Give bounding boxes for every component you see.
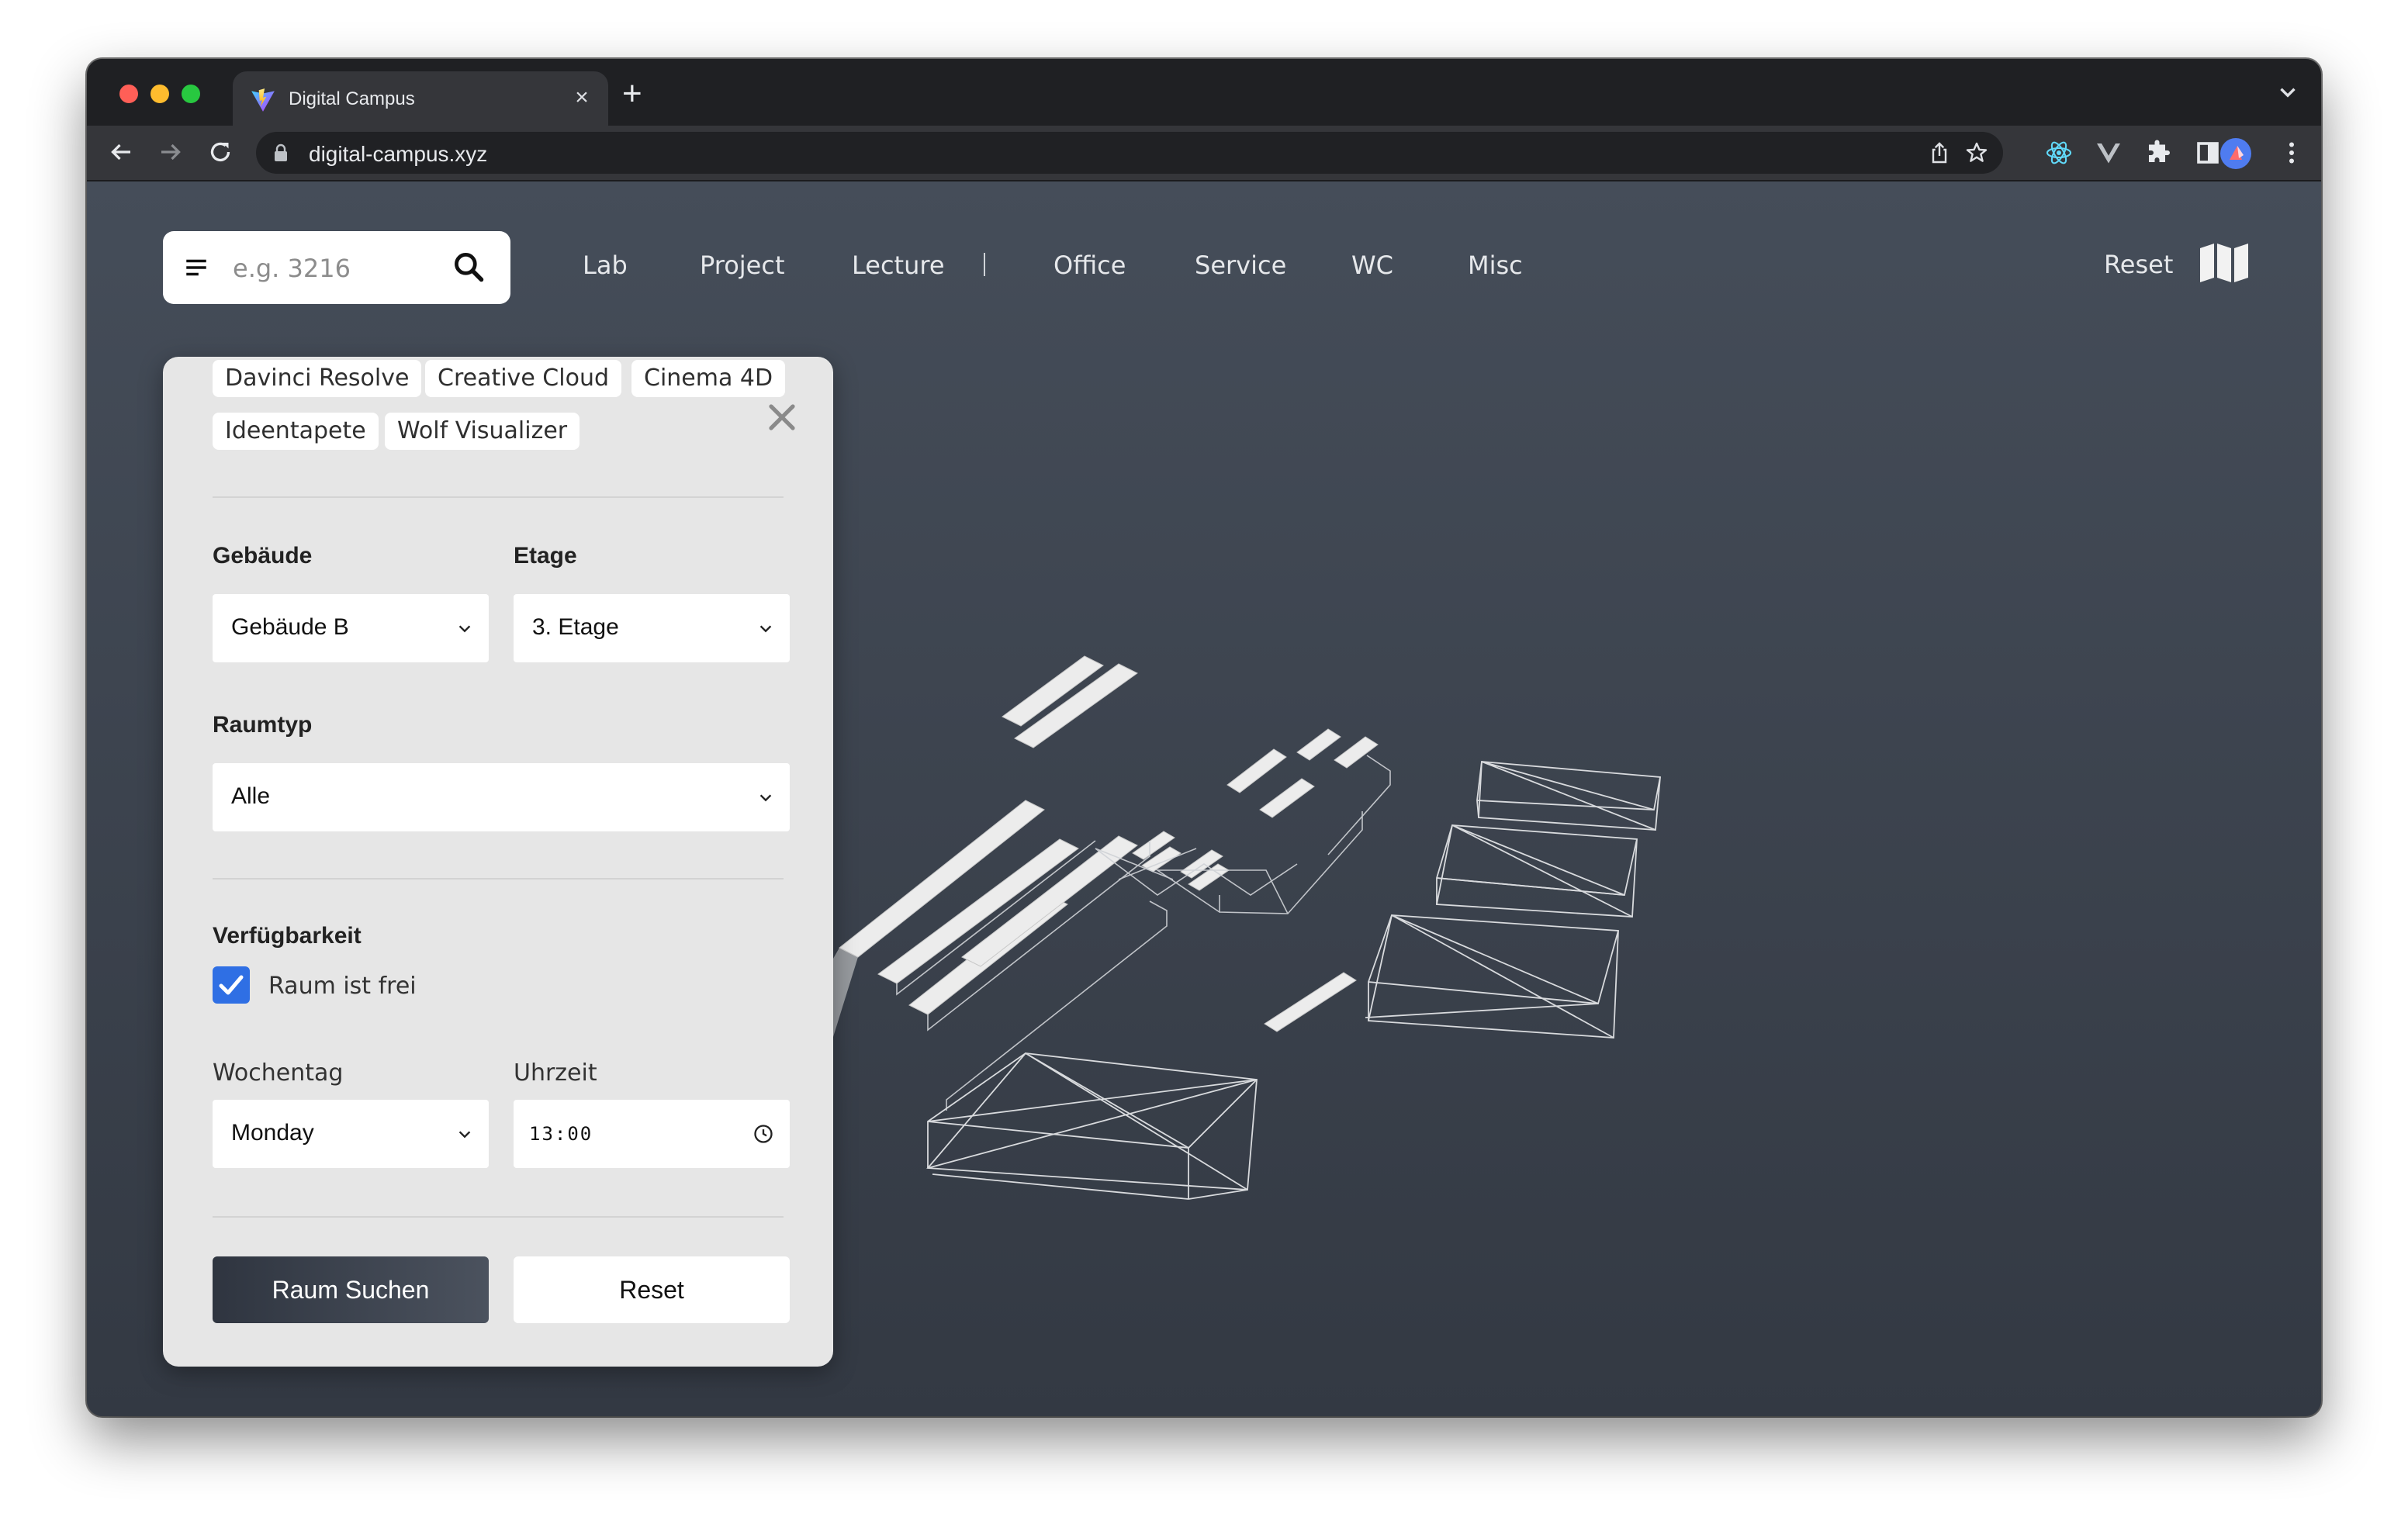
zoom-window-button[interactable] (182, 85, 200, 103)
software-tag[interactable]: Davinci Resolve (213, 360, 422, 397)
reset-view-link[interactable]: Reset (2104, 250, 2173, 279)
profile-avatar-icon (2230, 146, 2244, 160)
chevron-down-icon (458, 1131, 471, 1139)
weekday-label: Wochentag (213, 1059, 344, 1087)
url-text: digital-campus.xyz (309, 142, 488, 166)
back-arrow-icon[interactable] (107, 138, 135, 166)
time-input[interactable]: 13:00 (514, 1100, 790, 1168)
map-icon[interactable] (2199, 242, 2250, 284)
chevron-down-icon[interactable] (2275, 79, 2301, 105)
reset-filters-button[interactable]: Reset (514, 1256, 790, 1323)
lock-icon (275, 143, 287, 161)
room-type-select-value: Alle (231, 783, 271, 809)
vite-logo-icon (251, 88, 275, 112)
room-search-input[interactable] (231, 248, 420, 289)
software-tag[interactable]: Wolf Visualizer (385, 413, 580, 450)
room-type-select[interactable]: Alle (213, 763, 790, 831)
floor-select[interactable]: 3. Etage (514, 594, 790, 662)
chevron-down-icon (759, 625, 772, 633)
software-tag[interactable]: Cinema 4D (631, 360, 786, 397)
floor-select-value: 3. Etage (532, 614, 619, 640)
minimize-window-button[interactable] (150, 85, 169, 103)
nav-lab[interactable]: Lab (583, 250, 628, 281)
reload-icon[interactable] (206, 138, 234, 166)
building-select[interactable]: Gebäude B (213, 594, 489, 662)
nav-misc[interactable]: Misc (1468, 250, 1523, 281)
tab-close-icon[interactable]: × (566, 82, 597, 113)
nav-office[interactable]: Office (1054, 250, 1126, 281)
close-window-button[interactable] (119, 85, 138, 103)
side-panel-icon[interactable] (2194, 139, 2222, 167)
tab-strip: Digital Campus × + (87, 59, 2321, 126)
room-free-label[interactable]: Raum ist frei (268, 973, 417, 1000)
availability-label: Verfügbarkeit (213, 923, 362, 949)
checkmark-icon (219, 975, 244, 995)
more-vertical-icon[interactable] (2278, 139, 2306, 167)
nav-separator (984, 253, 985, 276)
close-icon[interactable] (763, 399, 801, 436)
nav-wc[interactable]: WC (1351, 250, 1393, 281)
react-devtools-icon[interactable] (2045, 139, 2073, 167)
browser-tab[interactable]: Digital Campus × (233, 71, 608, 126)
search-room-button[interactable]: Raum Suchen (213, 1256, 489, 1323)
nav-project[interactable]: Project (700, 250, 784, 281)
chevron-down-icon (458, 625, 471, 633)
software-tag[interactable]: Ideentapete (213, 413, 379, 450)
weekday-select-value: Monday (231, 1120, 314, 1146)
search-icon[interactable] (452, 250, 486, 284)
divider (213, 496, 784, 498)
filter-panel: Davinci Resolve Creative Cloud Cinema 4D… (163, 357, 833, 1367)
tab-title: Digital Campus (289, 88, 415, 109)
profile-avatar[interactable] (2220, 138, 2251, 169)
address-bar[interactable]: digital-campus.xyz (256, 132, 2003, 174)
time-label: Uhrzeit (514, 1059, 597, 1087)
nav-lecture[interactable]: Lecture (852, 250, 945, 281)
divider (213, 1216, 784, 1218)
building-label: Gebäude (213, 543, 313, 569)
app-viewport: Lab Project Lecture Office Service WC Mi… (87, 181, 2321, 1416)
hamburger-menu-icon[interactable] (183, 254, 209, 281)
new-tab-button[interactable]: + (622, 76, 642, 112)
building-select-value: Gebäude B (231, 614, 349, 640)
floor-label: Etage (514, 543, 577, 569)
clock-icon[interactable] (752, 1123, 774, 1145)
software-tag[interactable]: Creative Cloud (425, 360, 622, 397)
search-box (163, 231, 510, 304)
nav-service[interactable]: Service (1195, 250, 1286, 281)
share-icon[interactable] (1927, 140, 1952, 165)
extensions-puzzle-icon[interactable] (2144, 139, 2172, 167)
browser-toolbar: digital-campus.xyz (87, 126, 2321, 181)
chevron-down-icon (759, 794, 772, 802)
divider (213, 878, 784, 880)
room-type-label: Raumtyp (213, 712, 313, 738)
room-free-checkbox[interactable] (213, 966, 250, 1004)
weekday-select[interactable]: Monday (213, 1100, 489, 1168)
forward-arrow-icon[interactable] (157, 138, 185, 166)
vue-devtools-icon[interactable] (2095, 139, 2123, 167)
time-input-value: 13:00 (529, 1123, 593, 1145)
browser-window: Digital Campus × + digital-campus.xyz e.… (87, 59, 2321, 1416)
bookmark-star-icon[interactable] (1964, 140, 1989, 165)
